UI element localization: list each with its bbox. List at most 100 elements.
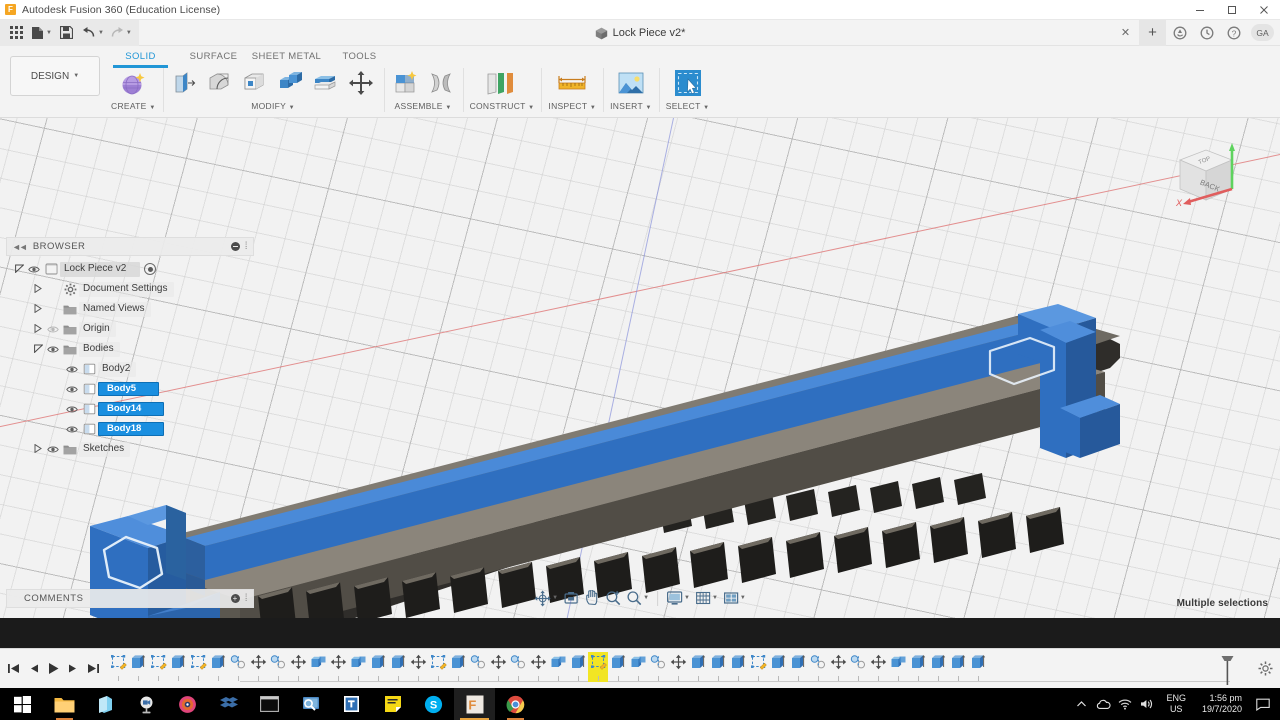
browser-node-body14[interactable]: Body14 [6,399,254,419]
undo-icon[interactable]: ▼ [79,20,107,46]
browser-node-body2[interactable]: Body2 [6,359,254,379]
timeline-item[interactable] [908,652,928,682]
viewport-canvas[interactable]: ◄◄ BROWSER ⁞ Lock Piece v2 Document Setti… [0,118,1280,618]
timeline-item[interactable] [568,652,588,682]
joint-icon[interactable] [426,66,456,100]
new-component-icon[interactable] [391,66,421,100]
timeline-item[interactable] [428,652,448,682]
timeline-item[interactable] [848,652,868,682]
timeline-item[interactable] [888,652,908,682]
press-pull-icon[interactable] [170,66,200,100]
timeline-item[interactable] [288,652,308,682]
timeline-item[interactable] [248,652,268,682]
timeline-item[interactable] [528,652,548,682]
timeline-item[interactable] [268,652,288,682]
excel-icon[interactable] [208,688,249,720]
refresh-icon[interactable] [1166,20,1193,46]
pan-icon[interactable] [582,587,602,609]
browser-node-lock-piece-v2[interactable]: Lock Piece v2 [6,259,254,279]
comments-panel[interactable]: COMMENTS + ⁞ [6,589,254,608]
browser-node-label[interactable]: Named Views [79,301,151,317]
shell-icon[interactable] [240,66,270,100]
timeline-item[interactable] [648,652,668,682]
browser-node-origin[interactable]: Origin [6,319,254,339]
timeline-item[interactable] [868,652,888,682]
timeline-item[interactable] [208,652,228,682]
browser-node-document-settings[interactable]: Document Settings [6,279,254,299]
timeline-item[interactable] [928,652,948,682]
play-icon[interactable] [44,657,62,681]
wifi-icon[interactable] [1114,688,1136,720]
timeline-item[interactable] [328,652,348,682]
timeline-item[interactable] [128,652,148,682]
tab-close-button[interactable]: ✕ [1112,20,1139,46]
redo-icon[interactable]: ▼ [107,20,135,46]
fillet-icon[interactable] [205,66,235,100]
chevron-collapsed-icon[interactable] [31,443,45,455]
create-sphere-icon[interactable] [118,66,148,100]
timeline-item[interactable] [108,652,128,682]
zoom-icon[interactable]: ▼ [624,587,651,609]
insert-image-icon[interactable] [614,66,648,100]
timeline-item[interactable] [628,652,648,682]
clock[interactable]: 1:56 pm 19/7/2020 [1194,688,1250,720]
timeline-item[interactable] [448,652,468,682]
timeline-item[interactable] [668,652,688,682]
panel-grip-icon[interactable]: ⁞ [245,241,248,252]
grid-apps-icon[interactable] [4,20,28,46]
browser-node-bodies[interactable]: Bodies [6,339,254,359]
timeline-item[interactable] [728,652,748,682]
onedrive-icon[interactable] [1092,688,1114,720]
display-settings-icon[interactable]: ▼ [664,587,692,609]
timeline-item[interactable] [408,652,428,682]
timeline-item[interactable] [808,652,828,682]
timeline-item[interactable] [828,652,848,682]
panel-construct-label[interactable]: CONSTRUCT ▼ [470,101,535,111]
avatar[interactable]: GA [1251,24,1274,41]
terminal-icon[interactable] [249,688,290,720]
help-icon[interactable]: ? [1220,20,1247,46]
viewports-icon[interactable]: ▼ [721,587,748,609]
timeline-item[interactable] [308,652,328,682]
move-copy-icon[interactable] [345,66,377,100]
zoom-app-icon[interactable] [126,688,167,720]
timeline-item[interactable] [768,652,788,682]
chrome-icon[interactable] [495,688,536,720]
chevron-collapsed-icon[interactable] [31,283,45,295]
browser-node-label[interactable]: Bodies [79,341,120,357]
browser-node-label[interactable]: Body5 [98,381,160,397]
browser-node-body18[interactable]: Body18 [6,419,254,439]
panel-select-label[interactable]: SELECT ▼ [666,101,710,111]
firefox-icon[interactable] [167,688,208,720]
maximize-button[interactable] [1216,0,1248,20]
browser-node-label[interactable]: Lock Piece v2 [60,261,141,277]
job-status-icon[interactable] [1193,20,1220,46]
timeline-track[interactable] [108,651,1250,686]
look-at-icon[interactable] [561,587,581,609]
language-indicator[interactable]: ENG US [1158,688,1194,720]
timeline-item[interactable] [188,652,208,682]
browser-node-label[interactable]: Body2 [98,361,137,377]
view-cube[interactable]: TOP BACK X [1162,134,1248,214]
file-icon[interactable]: ▼ [28,20,55,46]
panel-insert-label[interactable]: INSERT ▼ [610,101,652,111]
skype-icon[interactable]: S [413,688,454,720]
chevron-collapsed-icon[interactable] [31,323,45,335]
show-hidden-icons[interactable] [1070,688,1092,720]
select-window-icon[interactable] [671,66,705,100]
orbit-icon[interactable]: ▼ [532,587,560,609]
visibility-eye-icon[interactable] [64,405,80,414]
search-app-icon[interactable] [290,688,331,720]
timeline-item[interactable] [468,652,488,682]
browser-options-icon[interactable] [230,242,240,251]
browser-node-label[interactable]: Body18 [98,421,165,437]
document-tab[interactable]: Lock Piece v2* [595,27,685,40]
timeline-item[interactable] [688,652,708,682]
browser-node-body5[interactable]: Body5 [6,379,254,399]
close-button[interactable] [1248,0,1280,20]
timeline-item[interactable] [148,652,168,682]
timeline-item[interactable] [608,652,628,682]
timeline-item[interactable] [348,652,368,682]
browser-node-label[interactable]: Document Settings [79,281,174,297]
timeline-item[interactable] [748,652,768,682]
